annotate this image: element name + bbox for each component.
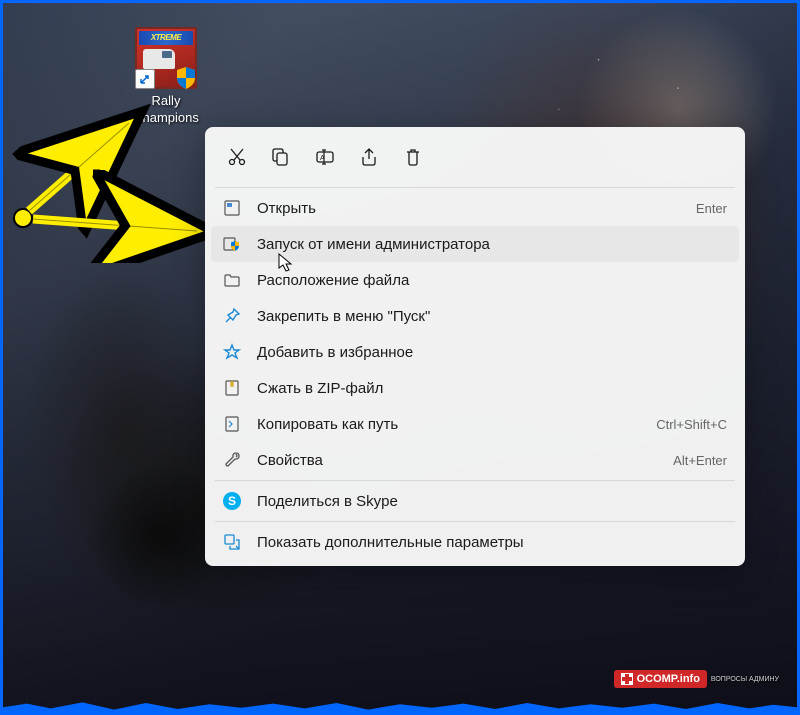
menu-item-label: Расположение файла — [257, 272, 727, 289]
menu-item-shortcut: Enter — [696, 201, 727, 216]
menu-item-label: Свойства — [257, 452, 653, 469]
menu-separator — [215, 521, 735, 522]
menu-item-share-skype[interactable]: S Поделиться в Skype — [211, 483, 739, 519]
zip-icon — [223, 379, 241, 397]
shortcut-icon-image: XTREME — [135, 27, 197, 89]
menu-item-label: Поделиться в Skype — [257, 493, 727, 510]
watermark-subtitle: ВОПРОСЫ АДМИНУ — [711, 676, 779, 683]
shortcut-arrow-overlay — [135, 69, 155, 89]
context-menu: A Открыть Enter Запуск от имени админист… — [205, 127, 745, 566]
watermark-text: OCOMP.info — [637, 673, 700, 685]
menu-item-file-location[interactable]: Расположение файла — [211, 262, 739, 298]
wrench-icon — [223, 451, 241, 469]
menu-item-run-as-admin[interactable]: Запуск от имени администратора — [211, 226, 739, 262]
menu-separator — [215, 187, 735, 188]
context-menu-quick-actions: A — [211, 133, 739, 185]
menu-item-show-more-options[interactable]: Показать дополнительные параметры — [211, 524, 739, 560]
menu-item-properties[interactable]: Свойства Alt+Enter — [211, 442, 739, 478]
menu-item-label: Добавить в избранное — [257, 344, 727, 361]
open-icon — [223, 199, 241, 217]
game-banner-text: XTREME — [139, 31, 193, 45]
menu-item-label: Открыть — [257, 200, 676, 217]
svg-text:A: A — [320, 155, 325, 162]
menu-item-shortcut: Ctrl+Shift+C — [656, 417, 727, 432]
menu-separator — [215, 480, 735, 481]
watermark: OCOMP.info ВОПРОСЫ АДМИНУ — [614, 670, 779, 688]
copy-path-icon — [223, 415, 241, 433]
cut-button[interactable] — [217, 137, 257, 177]
menu-item-label: Сжать в ZIP-файл — [257, 380, 727, 397]
car-graphic — [143, 49, 175, 69]
copy-button[interactable] — [261, 137, 301, 177]
uac-shield-overlay — [173, 65, 199, 91]
menu-item-label: Закрепить в меню "Пуск" — [257, 308, 727, 325]
menu-item-label: Запуск от имени администратора — [257, 236, 727, 253]
menu-item-pin-to-start[interactable]: Закрепить в меню "Пуск" — [211, 298, 739, 334]
delete-button[interactable] — [393, 137, 433, 177]
menu-item-copy-as-path[interactable]: Копировать как путь Ctrl+Shift+C — [211, 406, 739, 442]
watermark-badge: OCOMP.info — [614, 670, 707, 688]
admin-shield-icon — [223, 235, 241, 253]
pin-icon — [223, 307, 241, 325]
menu-item-compress-zip[interactable]: Сжать в ZIP-файл — [211, 370, 739, 406]
desktop-shortcut-rally-champions[interactable]: XTREME Rally Champions — [121, 27, 211, 127]
skype-icon: S — [223, 492, 241, 510]
shortcut-label: Rally Champions — [121, 93, 211, 127]
menu-item-label: Показать дополнительные параметры — [257, 534, 727, 551]
plus-icon — [621, 673, 633, 685]
rename-button[interactable]: A — [305, 137, 345, 177]
menu-item-label: Копировать как путь — [257, 416, 636, 433]
folder-icon — [223, 271, 241, 289]
star-icon — [223, 343, 241, 361]
share-button[interactable] — [349, 137, 389, 177]
menu-item-add-favorite[interactable]: Добавить в избранное — [211, 334, 739, 370]
menu-item-shortcut: Alt+Enter — [673, 453, 727, 468]
menu-item-open[interactable]: Открыть Enter — [211, 190, 739, 226]
more-options-icon — [223, 533, 241, 551]
